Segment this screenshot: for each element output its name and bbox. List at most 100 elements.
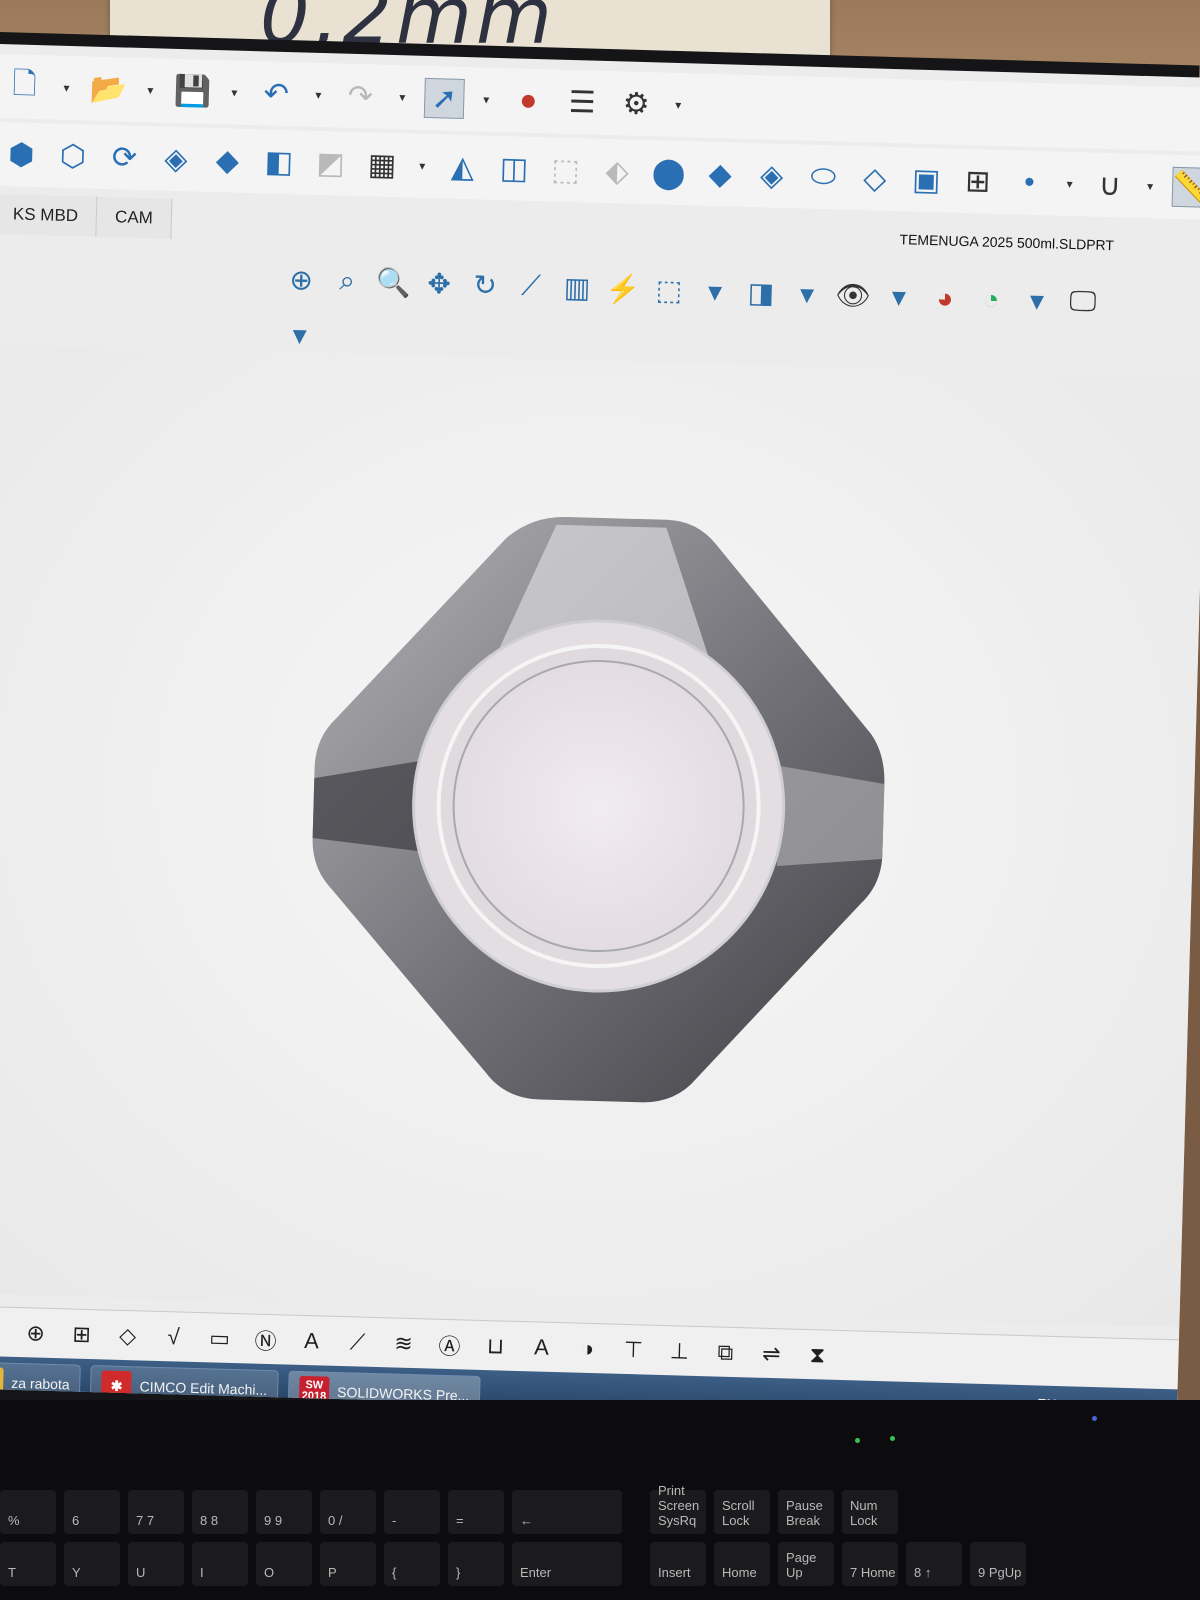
key[interactable]: 8 ↑ [906, 1542, 962, 1586]
text-filter-icon[interactable]: A [525, 1329, 558, 1366]
key[interactable]: 9 9 [256, 1490, 312, 1534]
key[interactable]: Insert [650, 1542, 706, 1586]
curves-icon[interactable]: ◆ [701, 154, 740, 195]
fillet-icon[interactable]: ◧ [260, 141, 299, 182]
key[interactable]: } [448, 1542, 504, 1586]
key[interactable]: T [0, 1542, 56, 1586]
hatch-filter-icon[interactable]: ⟋ [341, 1324, 374, 1361]
chevron-down-icon[interactable]: ▾ [788, 275, 825, 314]
sweep-icon[interactable]: ⟳ [105, 137, 144, 178]
chevron-down-icon[interactable]: ▾ [226, 72, 243, 112]
cylinder-icon[interactable]: ⬭ [804, 157, 843, 198]
pan-icon[interactable]: ✥ [421, 264, 458, 303]
block-filter-icon[interactable]: ⊔ [479, 1327, 512, 1364]
key[interactable]: Y [64, 1542, 120, 1586]
dimension-filter-icon[interactable]: ▭ [203, 1320, 236, 1357]
key[interactable]: P [320, 1542, 376, 1586]
key[interactable]: U [128, 1542, 184, 1586]
key[interactable]: O [256, 1542, 312, 1586]
balloon-filter-icon[interactable]: Ⓐ [433, 1326, 466, 1363]
rotate-icon[interactable]: ↻ [467, 266, 504, 305]
open-icon[interactable]: 📂 [88, 68, 129, 109]
apply-scene-icon[interactable]: ◕ [926, 278, 963, 317]
zoom-in-out-icon[interactable]: 🔍 [375, 263, 412, 302]
key[interactable]: 7 Home [842, 1542, 898, 1586]
intersect-icon[interactable]: ⬖ [598, 151, 637, 192]
multi-jog-filter-icon[interactable]: ⇌ [755, 1335, 788, 1372]
edit-appearance-icon[interactable]: ◨ [742, 273, 779, 312]
key[interactable]: { [384, 1542, 440, 1586]
reference-geometry-icon[interactable]: ⬤ [649, 152, 688, 193]
wrap-icon[interactable]: ⬚ [546, 149, 585, 190]
chamfer-icon[interactable]: ◩ [311, 143, 350, 184]
key-enter[interactable]: Enter [512, 1542, 622, 1586]
chevron-down-icon[interactable]: ▾ [478, 79, 495, 119]
curve-icon[interactable]: ∪ [1091, 165, 1130, 206]
key[interactable]: Pause Break [778, 1490, 834, 1534]
geometric-tolerance-filter-icon[interactable]: ⊞ [65, 1316, 98, 1353]
chevron-down-icon[interactable]: ▾ [1018, 281, 1055, 320]
taskbar-item-folder[interactable]: za rabota [0, 1361, 82, 1405]
plane-icon[interactable]: ◇ [855, 158, 894, 199]
zoom-to-fit-icon[interactable]: ⊕ [283, 261, 320, 300]
realview-icon[interactable]: ◔ [972, 280, 1009, 319]
section-view-icon[interactable]: ⟋ [513, 267, 550, 306]
chevron-down-icon[interactable]: ▾ [1062, 164, 1078, 204]
loft-icon[interactable]: ◈ [157, 138, 196, 179]
box-icon[interactable]: ▣ [907, 159, 946, 200]
key[interactable]: 0 / [320, 1490, 376, 1534]
select-arrow-icon[interactable]: ➚ [423, 77, 465, 119]
chevron-down-icon[interactable]: ▾ [414, 146, 430, 186]
note-filter-icon[interactable]: Ⓝ [249, 1321, 282, 1358]
key[interactable]: 7 7 [128, 1490, 184, 1534]
rebuild-traffic-light-icon[interactable]: ● [508, 80, 549, 121]
center-mark-filter-icon[interactable]: ◑ [571, 1330, 604, 1367]
key[interactable]: - [384, 1490, 440, 1534]
zoom-to-area-icon[interactable]: ⌕ [329, 262, 366, 301]
chevron-down-icon[interactable]: ▾ [310, 75, 327, 115]
display-style-icon[interactable]: ⚡ [605, 270, 642, 309]
datum-target-filter-icon[interactable]: ⊕ [19, 1315, 52, 1352]
undo-icon[interactable]: ↶ [256, 73, 297, 114]
eye-icon[interactable]: 👁 [834, 276, 871, 315]
redo-icon[interactable]: ↷ [340, 76, 381, 117]
rib-icon[interactable]: ◭ [443, 146, 482, 187]
view-orientation-icon[interactable]: ▥ [559, 268, 596, 307]
key[interactable]: I [192, 1542, 248, 1586]
extrude-icon[interactable]: ⬢ [2, 134, 41, 175]
key[interactable]: 9 PgUp [970, 1542, 1026, 1586]
key[interactable]: Page Up [778, 1542, 834, 1586]
chevron-down-icon[interactable]: ▾ [281, 315, 318, 354]
centerline-filter-icon[interactable]: ⊥ [663, 1333, 696, 1370]
key[interactable]: 8 8 [192, 1490, 248, 1534]
dowel-pin-filter-icon[interactable]: ⊤ [617, 1331, 650, 1368]
smart-dimension-filter-icon[interactable]: ⟋ [0, 1313, 6, 1350]
mate-icon[interactable]: ⊞ [959, 161, 998, 202]
3d-part-model[interactable] [300, 508, 896, 1114]
key-backspace[interactable]: ← [512, 1490, 622, 1534]
cosmetic-thread-filter-icon[interactable]: ≋ [387, 1325, 420, 1362]
shell-icon[interactable]: ◫ [495, 148, 534, 189]
key[interactable]: Scroll Lock [714, 1490, 770, 1534]
key[interactable]: Num Lock [842, 1490, 898, 1534]
key[interactable]: Print Screen SysRq [650, 1483, 706, 1534]
file-properties-icon[interactable]: ☰ [562, 82, 603, 123]
options-gear-icon[interactable]: ⚙ [616, 83, 657, 124]
new-document-icon[interactable]: 🗋 [4, 66, 45, 107]
measure-icon[interactable]: 📏 [1171, 166, 1200, 208]
save-icon[interactable]: 💾 [172, 71, 213, 112]
chevron-down-icon[interactable]: ▾ [1142, 166, 1158, 206]
chevron-down-icon[interactable]: ▾ [880, 277, 917, 316]
chevron-down-icon[interactable]: ▾ [394, 77, 411, 117]
key[interactable]: = [448, 1490, 504, 1534]
point-icon[interactable]: • [1010, 162, 1049, 203]
key[interactable]: % [0, 1490, 56, 1534]
cloud-filter-icon[interactable]: ⧗ [801, 1336, 834, 1373]
tab-cam[interactable]: CAM [96, 196, 173, 239]
chevron-down-icon[interactable]: ▾ [58, 68, 75, 108]
chevron-down-icon[interactable]: ▾ [142, 70, 159, 110]
instant3d-icon[interactable]: ◈ [752, 155, 791, 196]
cosmetic-feature-filter-icon[interactable]: ⧉ [709, 1334, 742, 1371]
boundary-icon[interactable]: ◆ [208, 140, 247, 181]
key[interactable]: 6 [64, 1490, 120, 1534]
